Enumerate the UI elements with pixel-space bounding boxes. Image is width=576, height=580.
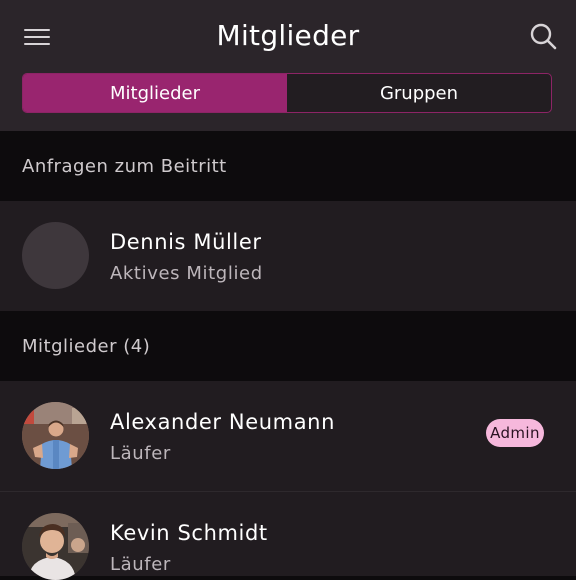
page-title: Mitglieder: [216, 19, 360, 52]
tab-mitglieder[interactable]: Mitglieder: [23, 74, 287, 112]
top-bar: Mitglieder Mitglieder Gruppen: [0, 0, 576, 131]
member-role: Läufer: [110, 443, 171, 464]
admin-badge: Admin: [486, 419, 544, 447]
tab-gruppen[interactable]: Gruppen: [287, 74, 551, 112]
member-row[interactable]: Kevin Schmidt Läufer: [0, 491, 576, 580]
request-row[interactable]: Dennis Müller Aktives Mitglied: [0, 201, 576, 311]
search-icon[interactable]: [527, 21, 559, 53]
member-name: Alexander Neumann: [110, 410, 335, 434]
member-name: Dennis Müller: [110, 230, 262, 254]
section-header-members: Mitglieder (4): [0, 311, 576, 381]
avatar: [22, 513, 89, 580]
member-status: Aktives Mitglied: [110, 263, 263, 284]
section-header-requests: Anfragen zum Beitritt: [0, 131, 576, 201]
member-role: Läufer: [110, 554, 171, 575]
avatar: [22, 402, 89, 469]
member-row[interactable]: Alexander Neumann Läufer Admin: [0, 381, 576, 491]
segmented-control: Mitglieder Gruppen: [22, 73, 552, 113]
member-name: Kevin Schmidt: [110, 521, 268, 545]
avatar-placeholder: [22, 222, 89, 289]
